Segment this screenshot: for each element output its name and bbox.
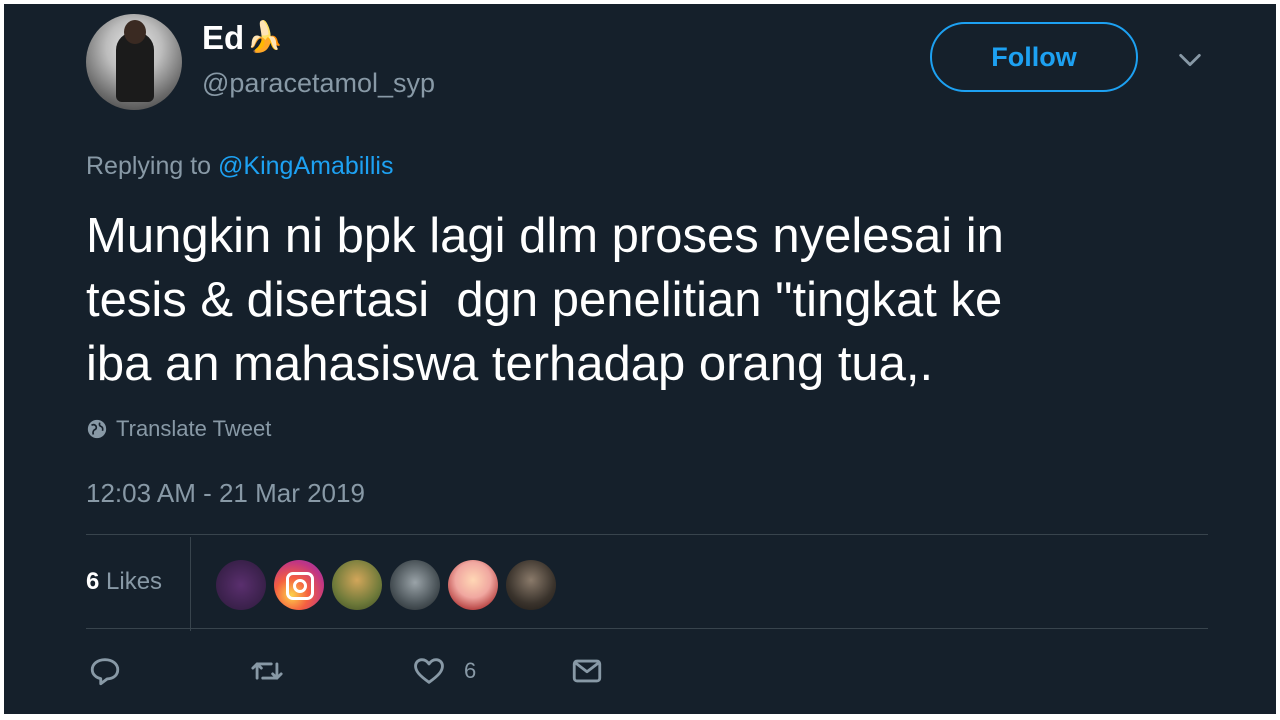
translate-label: Translate Tweet <box>116 416 272 441</box>
likes-vertical-divider <box>190 537 191 631</box>
likes-summary[interactable]: 6 Likes <box>86 566 162 598</box>
retweet-icon <box>251 662 283 680</box>
author-avatar[interactable] <box>86 14 182 110</box>
reply-button[interactable] <box>88 654 122 688</box>
avatar-head <box>124 20 146 44</box>
chevron-down-icon[interactable] <box>1176 46 1204 74</box>
heart-icon <box>414 658 444 684</box>
divider-bottom <box>86 628 1208 629</box>
liker-avatar-instagram-logo[interactable] <box>274 560 324 610</box>
liker-avatar[interactable] <box>216 560 266 610</box>
instagram-lens <box>293 579 307 593</box>
tweet-text: Mungkin ni bpk lagi dlm proses nyelesai … <box>86 209 1004 391</box>
replying-to-label: Replying to <box>86 152 219 180</box>
tweet-card: Ed 🍌 @paracetamol_syp Follow Replying to… <box>4 4 1276 714</box>
like-count: 6 <box>464 658 477 683</box>
like-button[interactable]: 6 <box>412 654 476 688</box>
follow-button[interactable]: Follow <box>930 22 1138 92</box>
divider-top <box>86 534 1208 535</box>
liker-avatar[interactable] <box>390 560 440 610</box>
reply-mention-link[interactable]: @KingAmabillis <box>218 152 393 180</box>
liker-avatar[interactable] <box>448 560 498 610</box>
translate-tweet-link[interactable]: Translate Tweet <box>86 414 271 444</box>
reply-icon <box>90 658 120 686</box>
envelope-icon <box>572 659 602 683</box>
likes-count-number: 6 <box>86 568 100 595</box>
globe-icon <box>87 419 107 439</box>
liker-avatar[interactable] <box>506 560 556 610</box>
author-display-name[interactable]: Ed 🍌 <box>202 18 284 58</box>
banana-emoji-icon: 🍌 <box>246 21 284 54</box>
liker-avatar[interactable] <box>332 560 382 610</box>
likers-avatars <box>216 560 556 610</box>
author-handle[interactable]: @paracetamol_syp <box>202 66 435 100</box>
retweet-button[interactable] <box>250 654 284 688</box>
tweet-actions: 6 <box>4 654 1276 704</box>
direct-message-button[interactable] <box>570 654 604 688</box>
tweet-timestamp[interactable]: 12:03 AM - 21 Mar 2019 <box>86 476 365 510</box>
replying-to: Replying to @KingAmabillis <box>86 150 393 182</box>
display-name-text: Ed <box>202 19 245 56</box>
likes-label: Likes <box>106 568 163 595</box>
